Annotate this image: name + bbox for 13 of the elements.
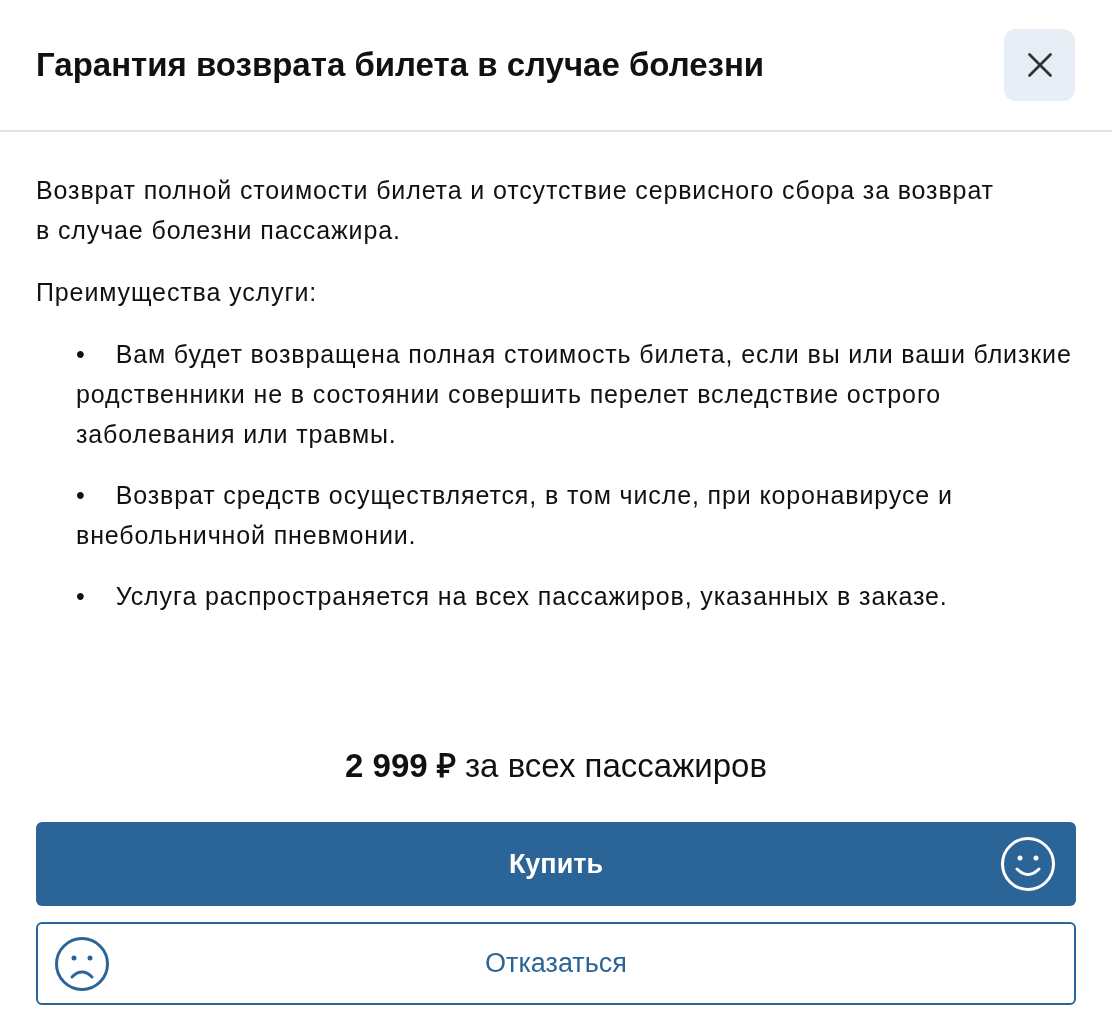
buy-button[interactable]: Купить bbox=[36, 822, 1076, 906]
close-icon bbox=[1025, 51, 1054, 79]
sad-face-icon bbox=[54, 936, 110, 992]
dialog-title: Гарантия возврата билета в случае болезни bbox=[36, 45, 765, 86]
benefit-text: • Вам будет возвращена полная стоимость билета, если вы или ваши близкие родственники не в состоянии совершить перелет вследствие острого заболевания или травмы. bbox=[76, 339, 1073, 450]
benefit-text: • Возврат средств осуществляется, в том числе, при коронавирусе и внебольничной пневмонии. bbox=[76, 480, 954, 551]
benefits-heading: Преимущества услуги: bbox=[36, 277, 319, 308]
benefit-text: • Услуга распространяется на всех пассажиров, указанных в заказе. bbox=[76, 581, 949, 612]
price: 2 999 ₽ за всех пассажиров bbox=[345, 745, 767, 786]
close-button[interactable] bbox=[1004, 29, 1075, 101]
decline-button[interactable]: Отказаться bbox=[36, 922, 1076, 1005]
description: Возврат полной стоимости билета и отсутствие сервисного сбора за возврат в случае болезни пассажира. bbox=[36, 175, 995, 246]
smiley-icon bbox=[1000, 836, 1056, 892]
